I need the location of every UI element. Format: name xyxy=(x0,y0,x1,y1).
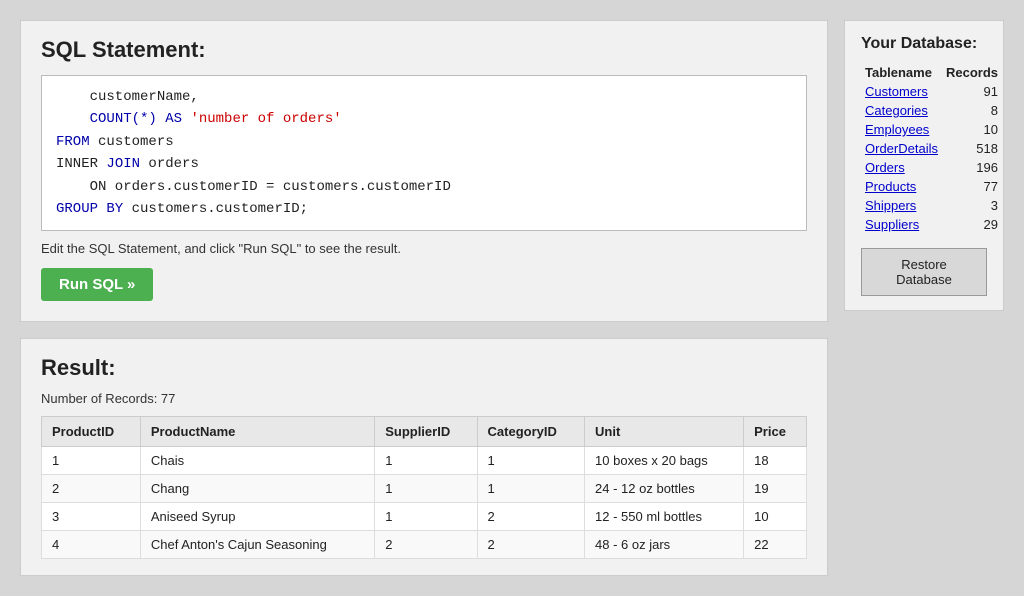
sidebar-table-link[interactable]: Employees xyxy=(861,120,942,139)
sql-hint: Edit the SQL Statement, and click "Run S… xyxy=(41,241,807,256)
result-table: ProductID ProductName SupplierID Categor… xyxy=(41,416,807,559)
cell-productid: 1 xyxy=(42,447,141,475)
result-section: Result: Number of Records: 77 ProductID … xyxy=(20,338,828,576)
sidebar-col-records: Records xyxy=(942,63,1002,82)
sql-section: SQL Statement: customerName, COUNT(*) AS… xyxy=(20,20,828,322)
sidebar-table-records: 8 xyxy=(942,101,1002,120)
sidebar-table-link[interactable]: Customers xyxy=(861,82,942,101)
sidebar-table-row: Categories8 xyxy=(861,101,1002,120)
sql-title: SQL Statement: xyxy=(41,37,807,63)
col-header-productname: ProductName xyxy=(140,417,374,447)
sql-code-2c: 'number of orders' xyxy=(190,111,341,127)
table-row: 2Chang1124 - 12 oz bottles19 xyxy=(42,475,807,503)
col-header-unit: Unit xyxy=(585,417,744,447)
sql-code-3b: customers xyxy=(90,134,174,150)
sql-code-2b: COUNT(*) AS xyxy=(90,111,191,127)
cell-supplierid: 2 xyxy=(375,531,477,559)
col-header-categoryid: CategoryID xyxy=(477,417,585,447)
sidebar-col-tablename: Tablename xyxy=(861,63,942,82)
sidebar-table-records: 29 xyxy=(942,215,1002,234)
cell-productid: 4 xyxy=(42,531,141,559)
cell-unit: 24 - 12 oz bottles xyxy=(585,475,744,503)
sidebar-table-row: Customers91 xyxy=(861,82,1002,101)
cell-unit: 48 - 6 oz jars xyxy=(585,531,744,559)
sql-code-3a: FROM xyxy=(56,134,90,150)
sidebar-table-link[interactable]: Suppliers xyxy=(861,215,942,234)
sidebar-table-row: Employees10 xyxy=(861,120,1002,139)
cell-price: 18 xyxy=(744,447,807,475)
sql-editor[interactable]: customerName, COUNT(*) AS 'number of ord… xyxy=(41,75,807,231)
sidebar-table-row: Orders196 xyxy=(861,158,1002,177)
sql-code-1a: customerName, xyxy=(56,89,199,105)
main-panel: SQL Statement: customerName, COUNT(*) AS… xyxy=(20,20,828,576)
cell-price: 22 xyxy=(744,531,807,559)
cell-supplierid: 1 xyxy=(375,447,477,475)
sidebar-table-records: 91 xyxy=(942,82,1002,101)
sql-code-5a: ON orders.customerID = customers.custome… xyxy=(56,179,451,195)
sidebar-table-link[interactable]: Shippers xyxy=(861,196,942,215)
cell-price: 10 xyxy=(744,503,807,531)
sidebar-table-link[interactable]: Products xyxy=(861,177,942,196)
cell-productname: Chais xyxy=(140,447,374,475)
sidebar-table-link[interactable]: Categories xyxy=(861,101,942,120)
cell-supplierid: 1 xyxy=(375,503,477,531)
sql-code-4a: INNER xyxy=(56,156,106,172)
cell-categoryid: 1 xyxy=(477,447,585,475)
sql-code-4b: JOIN xyxy=(106,156,140,172)
sql-code-6b: customers.customerID; xyxy=(123,201,308,217)
sql-code-6a: GROUP BY xyxy=(56,201,123,217)
sidebar-table-row: OrderDetails518 xyxy=(861,139,1002,158)
cell-productname: Chang xyxy=(140,475,374,503)
col-header-supplierid: SupplierID xyxy=(375,417,477,447)
sidebar: Your Database: Tablename Records Custome… xyxy=(844,20,1004,311)
table-row: 1Chais1110 boxes x 20 bags18 xyxy=(42,447,807,475)
sql-code-2a xyxy=(56,111,90,127)
sidebar-table-records: 77 xyxy=(942,177,1002,196)
cell-unit: 12 - 550 ml bottles xyxy=(585,503,744,531)
col-header-productid: ProductID xyxy=(42,417,141,447)
cell-categoryid: 2 xyxy=(477,531,585,559)
sidebar-table-records: 518 xyxy=(942,139,1002,158)
cell-supplierid: 1 xyxy=(375,475,477,503)
cell-unit: 10 boxes x 20 bags xyxy=(585,447,744,475)
table-row: 4Chef Anton's Cajun Seasoning2248 - 6 oz… xyxy=(42,531,807,559)
run-sql-button[interactable]: Run SQL » xyxy=(41,268,153,301)
restore-database-button[interactable]: Restore Database xyxy=(861,248,987,296)
table-header-row: ProductID ProductName SupplierID Categor… xyxy=(42,417,807,447)
sql-code-4c: orders xyxy=(140,156,199,172)
record-count: Number of Records: 77 xyxy=(41,391,807,406)
table-row: 3Aniseed Syrup1212 - 550 ml bottles10 xyxy=(42,503,807,531)
sidebar-table-records: 10 xyxy=(942,120,1002,139)
cell-price: 19 xyxy=(744,475,807,503)
cell-categoryid: 1 xyxy=(477,475,585,503)
sidebar-table-records: 196 xyxy=(942,158,1002,177)
cell-productname: Chef Anton's Cajun Seasoning xyxy=(140,531,374,559)
sidebar-table-row: Suppliers29 xyxy=(861,215,1002,234)
cell-categoryid: 2 xyxy=(477,503,585,531)
sidebar-table-row: Products77 xyxy=(861,177,1002,196)
sidebar-table-link[interactable]: Orders xyxy=(861,158,942,177)
sidebar-table-row: Shippers3 xyxy=(861,196,1002,215)
sidebar-db-table: Tablename Records Customers91Categories8… xyxy=(861,63,1002,234)
col-header-price: Price xyxy=(744,417,807,447)
sidebar-title: Your Database: xyxy=(861,35,987,53)
result-title: Result: xyxy=(41,355,807,381)
sidebar-table-link[interactable]: OrderDetails xyxy=(861,139,942,158)
sidebar-table-records: 3 xyxy=(942,196,1002,215)
cell-productid: 3 xyxy=(42,503,141,531)
cell-productname: Aniseed Syrup xyxy=(140,503,374,531)
cell-productid: 2 xyxy=(42,475,141,503)
